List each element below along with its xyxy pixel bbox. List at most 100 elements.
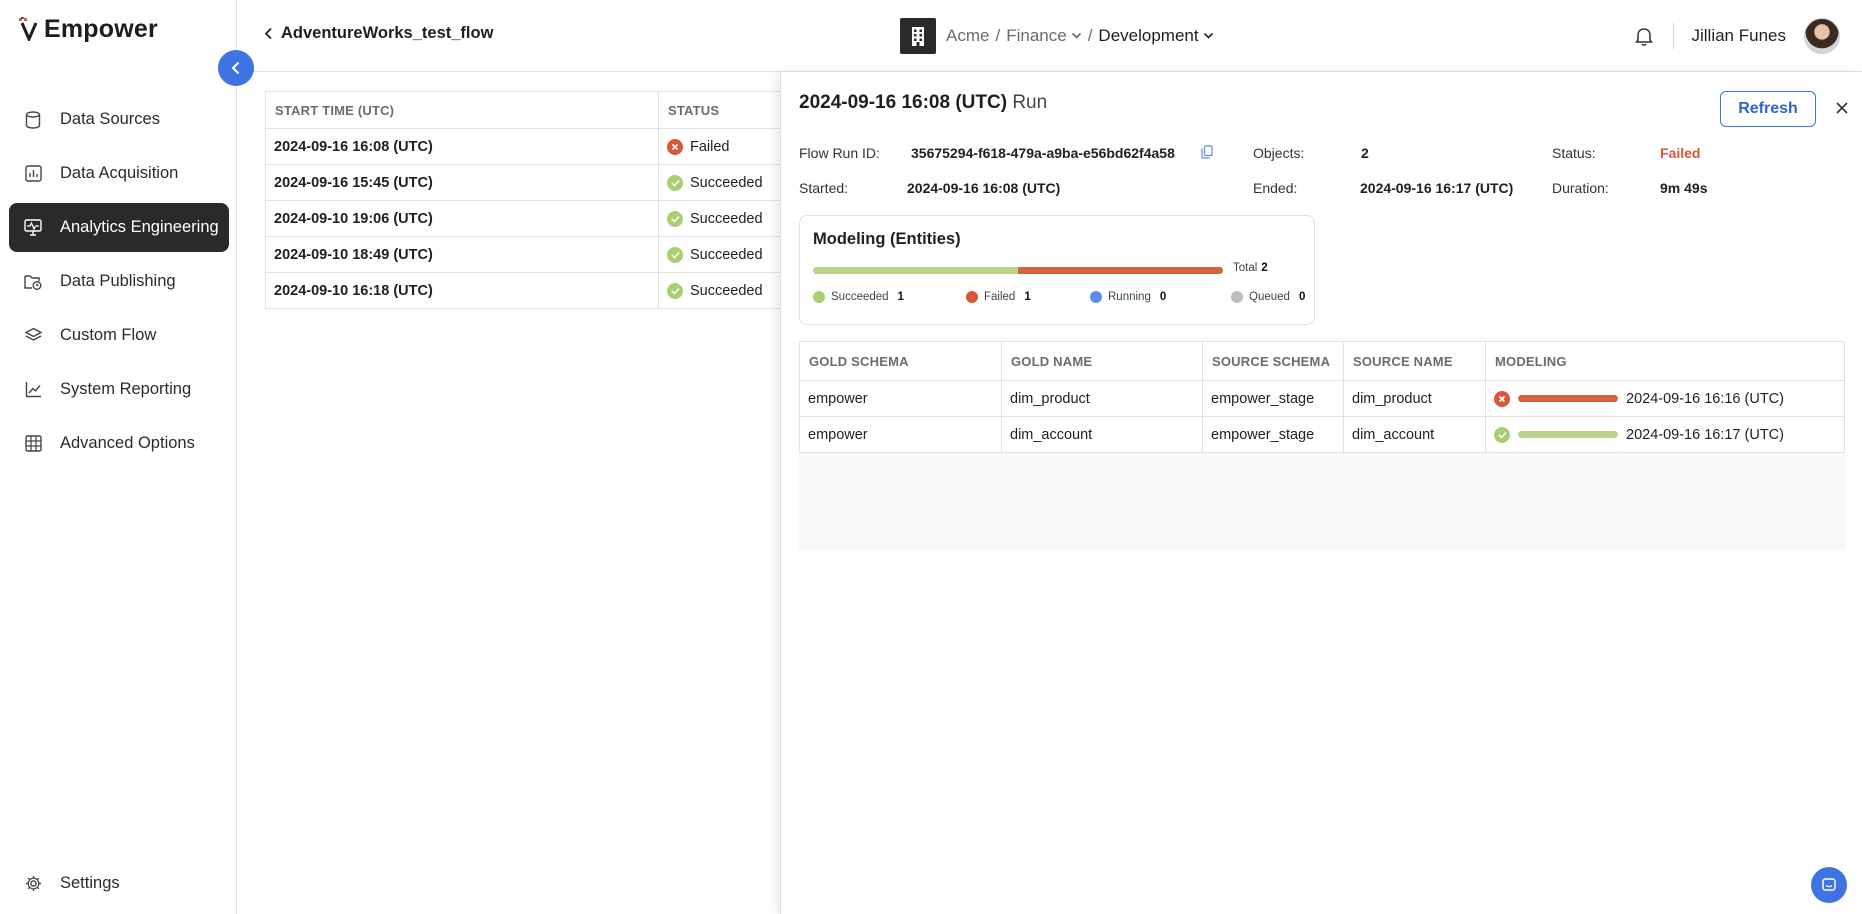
legend-count: 1 (1024, 291, 1031, 303)
run-status-cell: Failed (658, 128, 785, 165)
started-value: 2024-09-16 16:08 (UTC) (907, 180, 1061, 196)
chevron-left-icon (264, 27, 272, 40)
copy-icon[interactable] (1201, 145, 1213, 159)
sidebar-item-label: Advanced Options (60, 434, 195, 452)
column-header-source-name[interactable]: SOURCE NAME (1343, 341, 1486, 381)
empower-logo[interactable]: Empower (18, 14, 158, 44)
table-row[interactable]: 2024-09-16 16:08 (UTC) Failed (265, 128, 785, 165)
modeling-card-title: Modeling (Entities) (813, 230, 961, 248)
column-header-gold-schema[interactable]: GOLD SCHEMA (799, 341, 1002, 381)
modeling-summary-card: Modeling (Entities) Total 2 Succeeded 1 Fa… (799, 215, 1315, 325)
sidebar-item-data-sources[interactable]: Data Sources (9, 95, 229, 144)
collapse-sidebar-button[interactable] (218, 50, 254, 86)
run-start-time: 2024-09-10 19:06 (UTC) (265, 200, 659, 237)
table-row[interactable]: 2024-09-10 18:49 (UTC) Succeeded (265, 236, 785, 273)
header-divider (1672, 23, 1674, 49)
source-schema-cell: empower_stage (1202, 416, 1344, 453)
settings-nav: Settings (9, 859, 229, 913)
run-status-cell: Succeeded (658, 236, 785, 273)
back-to-flow-button[interactable]: AdventureWorks_test_flow (264, 24, 493, 43)
started-label: Started: (799, 180, 849, 196)
breadcrumb-department[interactable]: Finance (1006, 26, 1081, 46)
running-dot-icon (1090, 291, 1102, 303)
user-name[interactable]: Jillian Funes (1692, 26, 1787, 46)
flow-run-id: 35675294-f618-479a-a9ba-e56bd62f4a58 (911, 145, 1175, 161)
breadcrumb-environment[interactable]: Development (1098, 26, 1213, 46)
avatar[interactable] (1804, 18, 1840, 54)
run-status: Failed (690, 138, 730, 155)
column-header-gold-name[interactable]: GOLD NAME (1001, 341, 1203, 381)
bell-icon[interactable] (1633, 25, 1655, 47)
status-badge: Failed (1660, 145, 1701, 161)
legend-count: 0 (1298, 291, 1306, 303)
breadcrumb-environment-label: Development (1098, 26, 1199, 45)
modeling-progress-bar (813, 267, 1223, 274)
legend-label: Succeeded (831, 291, 889, 303)
ended-label: Ended: (1253, 180, 1298, 196)
table-row[interactable]: 2024-09-10 16:18 (UTC) Succeeded (265, 272, 785, 309)
top-header: AdventureWorks_test_flow Acme / Finance … (238, 0, 1862, 72)
close-icon (1836, 102, 1848, 114)
breadcrumb-separator: / (1087, 26, 1093, 45)
gear-icon (24, 875, 42, 893)
modeling-status-bar (1518, 395, 1618, 402)
app-name: Empower (44, 14, 158, 43)
sidebar-item-custom-flow[interactable]: Custom Flow (9, 311, 229, 360)
chat-support-button[interactable] (1811, 867, 1847, 903)
objects-count: 2 (1361, 145, 1369, 161)
modeling-time: 2024-09-16 16:16 (UTC) (1626, 390, 1784, 407)
breadcrumb-department-label: Finance (1006, 26, 1067, 45)
breadcrumb-separator: / (995, 26, 1001, 45)
table-row[interactable]: 2024-09-16 15:45 (UTC) Succeeded (265, 164, 785, 201)
column-header-status[interactable]: STATUS (658, 91, 785, 129)
modeling-cell: 2024-09-16 16:17 (UTC) (1485, 416, 1845, 453)
table-row[interactable]: empower dim_product empower_stage dim_pr… (799, 380, 1845, 417)
source-name-cell: dim_product (1343, 380, 1486, 417)
run-title-suffix: Run (1012, 92, 1048, 113)
chevron-down-icon (1071, 32, 1081, 39)
legend-label: Failed (984, 291, 1016, 303)
sidebar-item-advanced-options[interactable]: Advanced Options (9, 419, 229, 468)
database-icon (24, 110, 42, 129)
sidebar-item-data-acquisition[interactable]: Data Acquisition (9, 149, 229, 198)
column-header-start-time[interactable]: START TIME (UTC) (265, 91, 659, 129)
failed-dot-icon (966, 291, 978, 303)
legend-queued: Queued 0 (1231, 291, 1305, 303)
breadcrumb-org[interactable]: Acme (946, 26, 989, 46)
sidebar-item-settings[interactable]: Settings (9, 859, 229, 908)
table-row[interactable]: 2024-09-10 19:06 (UTC) Succeeded (265, 200, 785, 237)
monitor-pulse-icon (24, 219, 42, 237)
duration-value: 9m 49s (1660, 180, 1708, 196)
run-status: Succeeded (690, 210, 763, 227)
flow-name: AdventureWorks_test_flow (281, 24, 494, 42)
run-start-time: 2024-09-16 15:45 (UTC) (265, 164, 659, 201)
close-panel-button[interactable] (1828, 94, 1856, 122)
run-title-time: 2024-09-16 16:08 (UTC) (799, 92, 1008, 113)
legend-running: Running 0 (1090, 291, 1166, 303)
column-header-source-schema[interactable]: SOURCE SCHEMA (1202, 341, 1344, 381)
queued-dot-icon (1231, 291, 1243, 303)
chart-box-icon (24, 165, 42, 183)
sidebar-item-system-reporting[interactable]: System Reporting (9, 365, 229, 414)
chat-icon (1822, 878, 1836, 891)
refresh-button[interactable]: Refresh (1720, 91, 1816, 127)
sidebar-item-analytics-engineering[interactable]: Analytics Engineering (9, 203, 229, 252)
layers-icon (24, 327, 42, 345)
duration-label: Duration: (1552, 180, 1609, 196)
run-start-time: 2024-09-16 16:08 (UTC) (265, 128, 659, 165)
objects-label: Objects: (1253, 145, 1305, 161)
run-status: Succeeded (690, 282, 763, 299)
column-header-modeling[interactable]: MODELING (1485, 341, 1845, 381)
source-name-cell: dim_account (1343, 416, 1486, 453)
gold-schema-cell: empower (799, 416, 1002, 453)
legend-label: Running (1108, 291, 1151, 303)
run-start-time: 2024-09-10 16:18 (UTC) (265, 272, 659, 309)
sidebar-item-label: Data Sources (60, 110, 160, 128)
sidebar-item-data-publishing[interactable]: Data Publishing (9, 257, 229, 306)
run-status-cell: Succeeded (658, 164, 785, 201)
source-schema-cell: empower_stage (1202, 380, 1344, 417)
settings-label: Settings (60, 874, 120, 892)
table-row[interactable]: empower dim_account empower_stage dim_ac… (799, 416, 1845, 453)
runs-table: START TIME (UTC) STATUS 2024-09-16 16:08… (265, 91, 785, 309)
check-icon (667, 246, 683, 263)
